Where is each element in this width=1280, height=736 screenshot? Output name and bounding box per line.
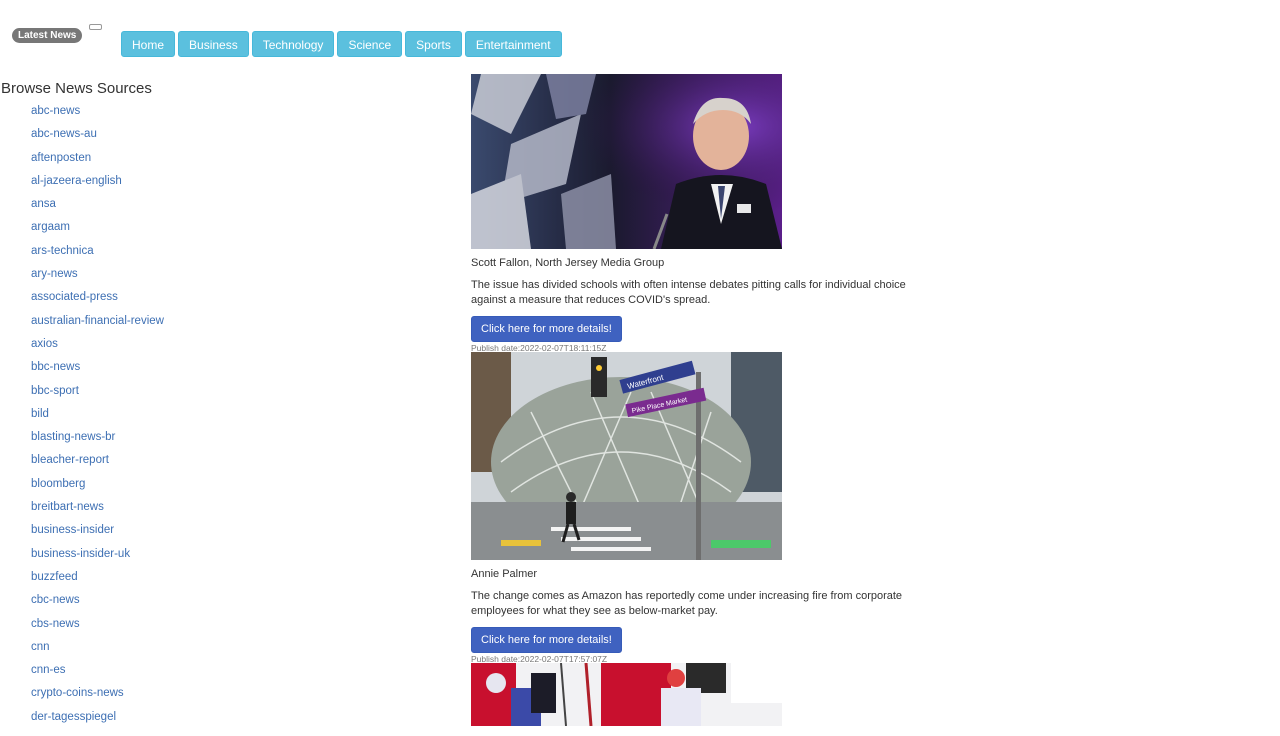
source-item: bbc-news — [31, 356, 300, 379]
source-item: bloomberg — [31, 473, 300, 496]
source-item: buzzfeed — [31, 566, 300, 589]
source-item: australian-financial-review — [31, 310, 300, 333]
source-link[interactable]: cnn-es — [31, 664, 66, 676]
source-item: business-insider-uk — [31, 543, 300, 566]
source-item: abc-news-au — [31, 123, 300, 146]
source-item: associated-press — [31, 286, 300, 309]
news-article — [471, 663, 951, 726]
source-link[interactable]: aftenposten — [31, 152, 91, 164]
nav-entertainment-button[interactable]: Entertainment — [464, 31, 562, 57]
source-link[interactable]: cnn — [31, 641, 50, 653]
source-item: argaam — [31, 216, 300, 239]
source-link[interactable]: cbs-news — [31, 618, 80, 630]
sources-sidebar: Browse News Sources abc-news abc-news-au… — [0, 78, 300, 729]
source-item: breitbart-news — [31, 496, 300, 519]
source-link[interactable]: blasting-news-br — [31, 431, 115, 443]
sidebar-title: Browse News Sources — [1, 80, 152, 97]
source-list: abc-news abc-news-au aftenposten al-jaze… — [0, 100, 300, 729]
source-link[interactable]: bbc-sport — [31, 385, 79, 397]
publish-date: Publish date:2022-02-07T17:57:07Z — [471, 654, 608, 664]
source-link[interactable]: associated-press — [31, 291, 118, 303]
source-link[interactable]: australian-financial-review — [31, 315, 164, 327]
source-link[interactable]: ars-technica — [31, 245, 94, 257]
source-item: cnn-es — [31, 659, 300, 682]
article-description: The change comes as Amazon has reportedl… — [471, 590, 903, 617]
source-item: al-jazeera-english — [31, 170, 300, 193]
navbar-toggle-button[interactable] — [89, 24, 102, 30]
news-feed: Scott Fallon, North Jersey Media Group T… — [471, 74, 951, 726]
source-item: business-insider — [31, 519, 300, 542]
source-link[interactable]: buzzfeed — [31, 571, 78, 583]
more-details-button[interactable]: Click here for more details! — [471, 627, 622, 653]
article-author: Annie Palmer — [471, 568, 538, 580]
source-link[interactable]: business-insider-uk — [31, 548, 130, 560]
news-article: Scott Fallon, North Jersey Media Group T… — [471, 74, 951, 352]
source-item: bleacher-report — [31, 449, 300, 472]
more-details-button[interactable]: Click here for more details! — [471, 316, 622, 342]
source-item: abc-news — [31, 100, 300, 123]
source-item: ars-technica — [31, 240, 300, 263]
source-item: crypto-coins-news — [31, 682, 300, 705]
source-item: ansa — [31, 193, 300, 216]
article-description: The issue has divided schools with often… — [471, 279, 906, 306]
source-item: blasting-news-br — [31, 426, 300, 449]
source-link[interactable]: ary-news — [31, 268, 78, 280]
source-item: aftenposten — [31, 147, 300, 170]
nav-business-button[interactable]: Business — [178, 31, 249, 57]
source-item: cnn — [31, 636, 300, 659]
source-link[interactable]: bleacher-report — [31, 454, 109, 466]
publish-date: Publish date:2022-02-07T18:11:15Z — [471, 343, 607, 353]
nav-sports-button[interactable]: Sports — [405, 31, 462, 57]
source-item: cbc-news — [31, 589, 300, 612]
source-item: der-tagesspiegel — [31, 706, 300, 729]
source-link[interactable]: abc-news-au — [31, 128, 97, 140]
source-link[interactable]: crypto-coins-news — [31, 687, 124, 699]
source-link[interactable]: cbc-news — [31, 594, 80, 606]
source-link[interactable]: breitbart-news — [31, 501, 104, 513]
source-item: ary-news — [31, 263, 300, 286]
nav-home-button[interactable]: Home — [121, 31, 176, 57]
news-article: Waterfront Pike Place Market Annie Palme… — [471, 352, 951, 663]
article-author: Scott Fallon, North Jersey Media Group — [471, 257, 665, 269]
source-link[interactable]: axios — [31, 338, 58, 350]
article-image — [471, 74, 782, 249]
source-link[interactable]: bild — [31, 408, 49, 420]
source-item: cbs-news — [31, 613, 300, 636]
nav-science-button[interactable]: Science — [337, 31, 403, 57]
source-link[interactable]: abc-news — [31, 105, 80, 117]
source-item: axios — [31, 333, 300, 356]
latest-news-badge: Latest News — [12, 28, 83, 43]
source-link[interactable]: argaam — [31, 221, 70, 233]
source-item: bbc-sport — [31, 380, 300, 403]
source-link[interactable]: bloomberg — [31, 478, 85, 490]
source-link[interactable]: der-tagesspiegel — [31, 711, 116, 723]
source-link[interactable]: business-insider — [31, 524, 114, 536]
top-navbar: Latest News Home Business Technology Sci… — [0, 0, 1280, 70]
article-image: Waterfront Pike Place Market — [471, 352, 782, 560]
source-item: bild — [31, 403, 300, 426]
nav-technology-button[interactable]: Technology — [251, 31, 335, 57]
source-link[interactable]: ansa — [31, 198, 56, 210]
article-image — [471, 663, 782, 726]
category-nav: Home Business Technology Science Sports … — [121, 31, 562, 57]
source-link[interactable]: bbc-news — [31, 361, 80, 373]
source-link[interactable]: al-jazeera-english — [31, 175, 122, 187]
